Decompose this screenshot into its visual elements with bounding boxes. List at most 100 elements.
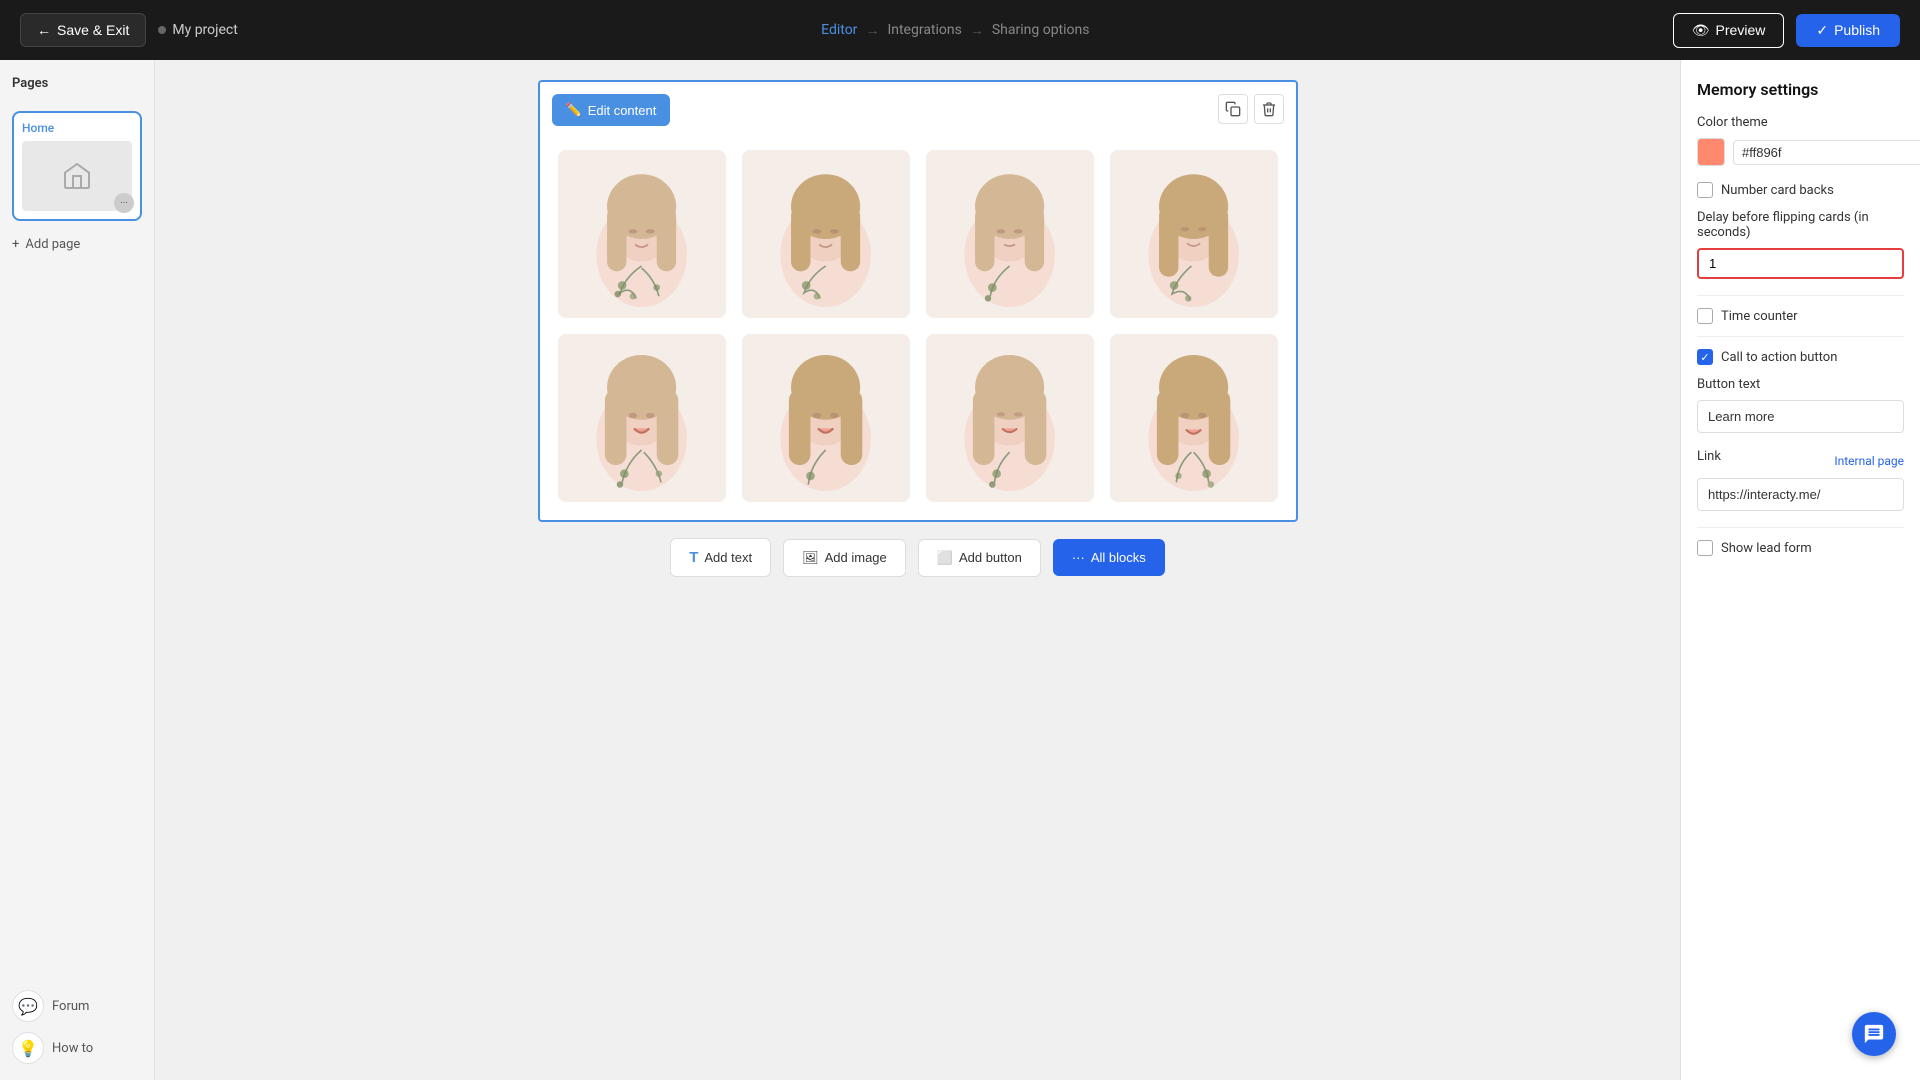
nav-left: ← Save & Exit My project: [20, 13, 238, 47]
forum-icon: 💬: [12, 990, 44, 1022]
add-blocks-bar: T Add text 🖼 Add image ⬜ Add button ··· …: [670, 538, 1165, 577]
sidebar: Pages Home ··· + Add page 💬 Forum 💡 How: [0, 60, 155, 1080]
button-icon: ⬜: [937, 550, 953, 566]
divider-3: [1697, 527, 1904, 528]
add-button-label: Add button: [959, 550, 1022, 565]
forum-label: Forum: [52, 999, 89, 1014]
project-dot-icon: [158, 26, 166, 34]
chat-bubble-button[interactable]: [1852, 1012, 1896, 1056]
sidebar-forum-item[interactable]: 💬 Forum: [12, 990, 142, 1022]
edit-content-button[interactable]: ✏️ Edit content: [552, 94, 671, 126]
color-swatch[interactable]: [1697, 138, 1725, 166]
memory-card-5[interactable]: [550, 326, 734, 510]
card-illustration-2: [742, 150, 910, 318]
page-card-menu-button[interactable]: ···: [114, 193, 134, 213]
link-label: Link: [1697, 449, 1721, 464]
card-illustration-4: [1110, 150, 1278, 318]
add-text-label: Add text: [704, 550, 752, 565]
copy-button[interactable]: [1218, 94, 1248, 124]
canvas-wrapper: ✏️ Edit content: [538, 80, 1298, 522]
dots-icon: ···: [1072, 550, 1085, 565]
text-icon: T: [689, 549, 698, 566]
save-exit-button[interactable]: ← Save & Exit: [20, 13, 146, 47]
image-icon: 🖼: [802, 550, 819, 566]
sidebar-title: Pages: [12, 76, 142, 91]
howto-icon: 💡: [12, 1032, 44, 1064]
time-counter-row: Time counter: [1697, 308, 1904, 324]
divider-1: [1697, 295, 1904, 296]
memory-card-3[interactable]: [918, 142, 1102, 326]
nav-steps: Editor → Integrations → Sharing options: [254, 22, 1657, 39]
memory-card-7[interactable]: [918, 326, 1102, 510]
internal-page-link[interactable]: Internal page: [1834, 454, 1904, 468]
main-layout: Pages Home ··· + Add page 💬 Forum 💡 How: [0, 60, 1920, 1080]
delete-button[interactable]: [1254, 94, 1284, 124]
show-lead-form-label: Show lead form: [1721, 541, 1812, 556]
memory-card-8[interactable]: [1102, 326, 1286, 510]
cta-label: Call to action button: [1721, 350, 1837, 365]
number-card-backs-row: Number card backs: [1697, 182, 1904, 198]
sidebar-howto-item[interactable]: 💡 How to: [12, 1032, 142, 1064]
nav-step-editor[interactable]: Editor: [821, 22, 857, 38]
add-button-button[interactable]: ⬜ Add button: [918, 539, 1041, 577]
memory-card-1[interactable]: [550, 142, 734, 326]
panel-title: Memory settings: [1697, 80, 1904, 99]
plus-icon: +: [12, 237, 19, 252]
canvas-area: ✏️ Edit content: [155, 60, 1680, 1080]
button-text-input[interactable]: [1697, 400, 1904, 433]
preview-label: Preview: [1716, 22, 1766, 38]
color-row: [1697, 138, 1904, 166]
delay-input[interactable]: [1697, 248, 1904, 279]
check-mark: ✓: [1700, 351, 1709, 364]
publish-button[interactable]: ✓ Publish: [1796, 14, 1900, 47]
howto-label: How to: [52, 1041, 93, 1056]
memory-card-4[interactable]: [1102, 142, 1286, 326]
time-counter-checkbox[interactable]: [1697, 308, 1713, 324]
right-panel: Memory settings Color theme Number card …: [1680, 60, 1920, 1080]
all-blocks-label: All blocks: [1091, 550, 1146, 565]
memory-card-2[interactable]: [734, 142, 918, 326]
nav-step-sharing[interactable]: Sharing options: [992, 22, 1090, 38]
show-lead-form-row: Show lead form: [1697, 540, 1904, 556]
card-illustration-7: [926, 334, 1094, 502]
color-theme-section: Color theme: [1697, 115, 1904, 166]
project-name-text: My project: [172, 22, 237, 38]
check-icon: ✓: [1816, 22, 1828, 39]
preview-button[interactable]: 👁 Preview: [1673, 13, 1785, 48]
card-illustration-1: [558, 150, 726, 318]
nav-step-integrations[interactable]: Integrations: [887, 22, 961, 38]
button-text-label: Button text: [1697, 377, 1904, 392]
link-input[interactable]: [1697, 478, 1904, 511]
add-text-button[interactable]: T Add text: [670, 538, 771, 577]
button-text-section: Button text: [1697, 377, 1904, 433]
card-illustration-6: [742, 334, 910, 502]
all-blocks-button[interactable]: ··· All blocks: [1053, 539, 1165, 576]
nav-right: 👁 Preview ✓ Publish: [1673, 13, 1900, 48]
card-illustration-8: [1110, 334, 1278, 502]
add-page-label: Add page: [25, 237, 80, 252]
add-page-button[interactable]: + Add page: [12, 233, 142, 256]
nav-arrow-1: →: [865, 22, 879, 39]
color-input[interactable]: [1733, 140, 1920, 165]
page-card-home[interactable]: Home ···: [12, 111, 142, 221]
link-section: Link Internal page: [1697, 449, 1904, 511]
eye-icon: 👁: [1692, 22, 1710, 39]
memory-card-6[interactable]: [734, 326, 918, 510]
show-lead-form-checkbox[interactable]: [1697, 540, 1713, 556]
delay-section: Delay before flipping cards (in seconds): [1697, 210, 1904, 279]
cta-checkbox[interactable]: ✓: [1697, 349, 1713, 365]
sidebar-bottom: 💬 Forum 💡 How to: [12, 990, 142, 1064]
add-image-button[interactable]: 🖼 Add image: [783, 539, 906, 577]
color-theme-label: Color theme: [1697, 115, 1904, 130]
card-illustration-3: [926, 150, 1094, 318]
card-illustration-5: [558, 334, 726, 502]
save-exit-label: Save & Exit: [57, 22, 129, 38]
time-counter-label: Time counter: [1721, 309, 1798, 324]
canvas-toolbar-icons: [1218, 94, 1284, 124]
memory-card-grid: [540, 82, 1296, 520]
nav-arrow-2: →: [970, 22, 984, 39]
number-card-backs-label: Number card backs: [1721, 183, 1834, 198]
number-card-backs-checkbox[interactable]: [1697, 182, 1713, 198]
top-navigation: ← Save & Exit My project Editor → Integr…: [0, 0, 1920, 60]
page-card-home-title: Home: [22, 121, 132, 135]
